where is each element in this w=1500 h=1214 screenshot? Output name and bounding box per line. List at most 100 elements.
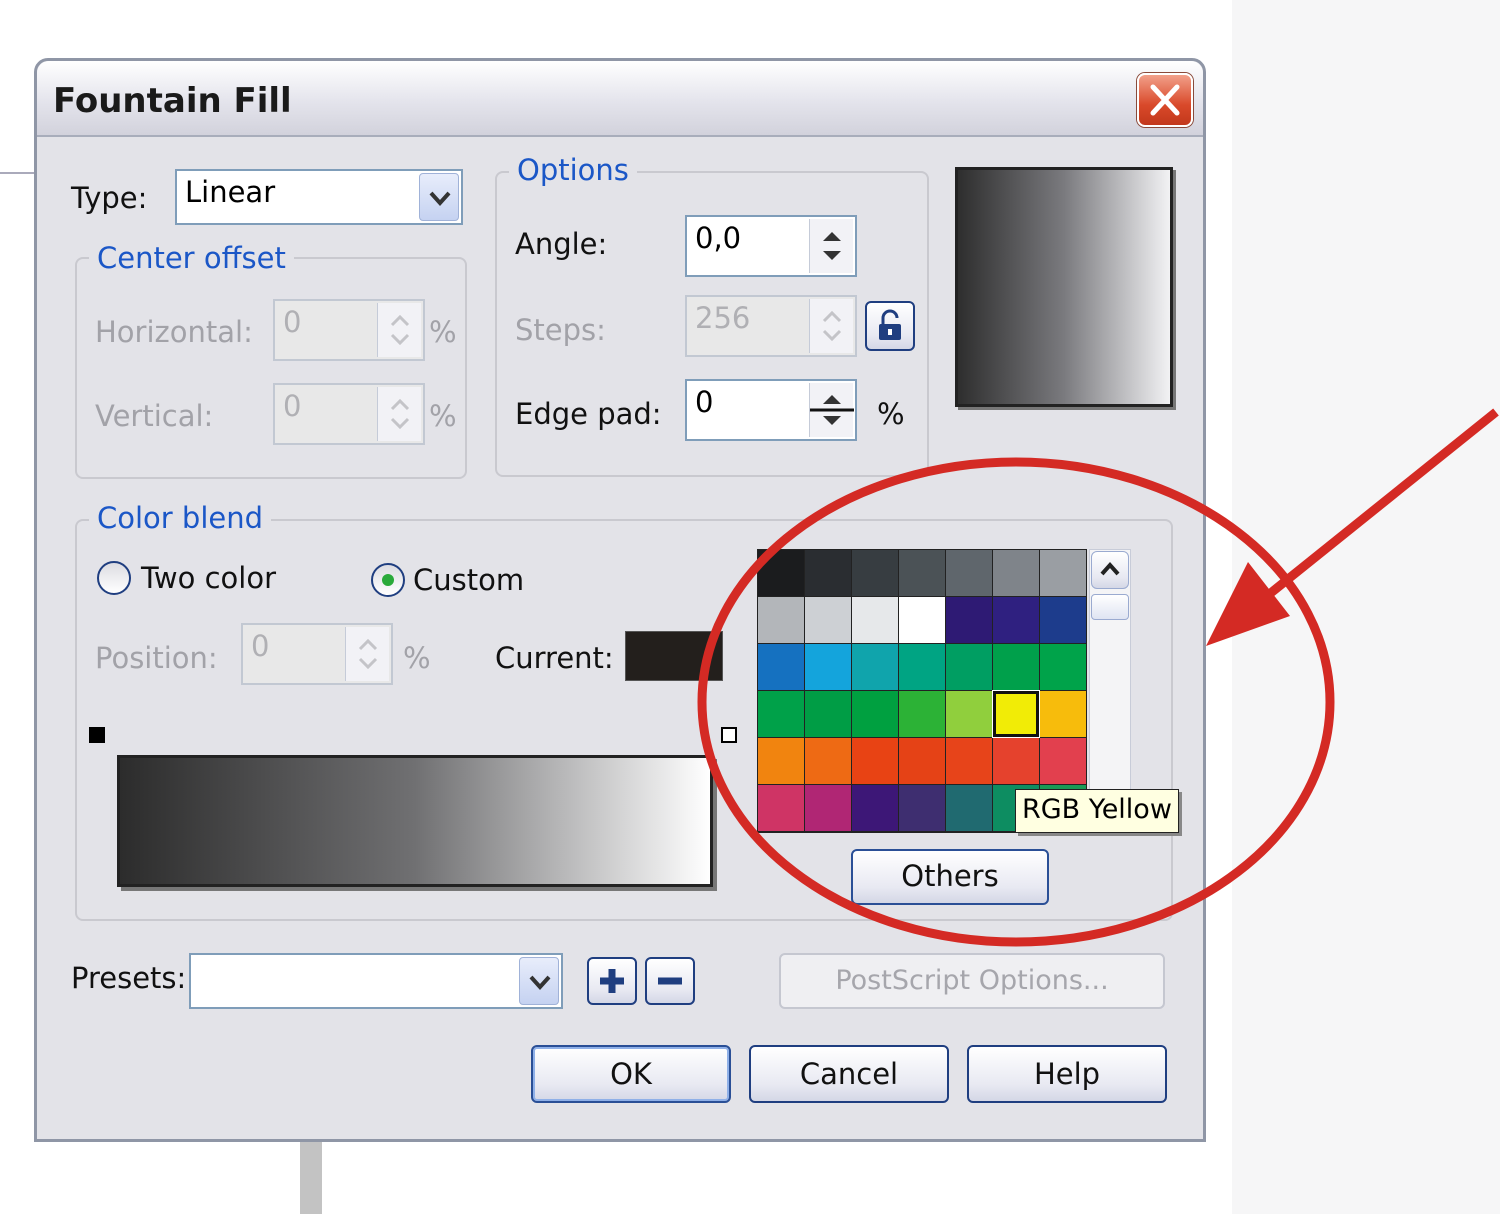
angle-input[interactable]: 0,0	[685, 215, 857, 277]
palette-swatch[interactable]	[805, 597, 851, 643]
cancel-button[interactable]: Cancel	[749, 1045, 949, 1103]
palette-swatch[interactable]	[758, 785, 804, 831]
palette-swatch[interactable]	[946, 644, 992, 690]
plus-icon	[600, 969, 624, 993]
palette-swatch[interactable]	[899, 738, 945, 784]
type-select[interactable]: Linear	[175, 169, 463, 225]
scroll-up-button[interactable]	[1091, 551, 1129, 589]
palette-swatch[interactable]	[899, 644, 945, 690]
palette-swatch[interactable]	[899, 597, 945, 643]
palette-swatch[interactable]	[758, 691, 804, 737]
horizontal-spinner[interactable]	[377, 303, 421, 357]
palette-swatch[interactable]	[993, 738, 1039, 784]
palette-swatch[interactable]	[805, 691, 851, 737]
palette-swatch[interactable]	[946, 597, 992, 643]
current-color-swatch[interactable]	[625, 631, 723, 681]
angle-label: Angle:	[515, 227, 608, 261]
palette-swatch[interactable]	[852, 597, 898, 643]
steps-lock-button[interactable]	[865, 301, 915, 351]
palette-swatch[interactable]	[993, 597, 1039, 643]
ok-button[interactable]: OK	[531, 1045, 731, 1103]
palette-swatch[interactable]	[946, 550, 992, 596]
palette-swatch[interactable]	[993, 550, 1039, 596]
palette-swatch[interactable]	[805, 785, 851, 831]
options-title: Options	[509, 153, 637, 187]
palette-swatch[interactable]	[758, 597, 804, 643]
position-input[interactable]: 0	[241, 623, 393, 685]
palette-swatch[interactable]	[946, 785, 992, 831]
postscript-options-button[interactable]: PostScript Options...	[779, 953, 1165, 1009]
palette-swatch[interactable]	[946, 691, 992, 737]
position-value: 0	[251, 629, 270, 663]
close-button[interactable]	[1137, 73, 1193, 127]
chevron-down-icon	[429, 191, 451, 206]
spin-arrows-icon	[358, 638, 378, 670]
horizontal-value: 0	[283, 305, 302, 339]
dialog-title: Fountain Fill	[53, 81, 292, 121]
gradient-end-marker[interactable]	[721, 727, 737, 743]
gradient-bar[interactable]	[117, 755, 713, 887]
custom-radio[interactable]	[371, 563, 405, 597]
palette-swatch[interactable]	[899, 785, 945, 831]
presets-dropdown-button[interactable]	[519, 957, 559, 1005]
palette-swatch[interactable]	[1040, 691, 1086, 737]
close-icon	[1150, 84, 1180, 116]
spin-arrows-icon	[390, 398, 410, 430]
vertical-label: Vertical:	[95, 399, 214, 433]
steps-spinner[interactable]	[809, 299, 853, 353]
palette-swatch[interactable]	[899, 691, 945, 737]
help-button[interactable]: Help	[967, 1045, 1167, 1103]
position-spinner[interactable]	[345, 627, 389, 681]
custom-label: Custom	[413, 563, 525, 597]
steps-value: 256	[695, 301, 751, 335]
add-preset-button[interactable]	[587, 957, 637, 1005]
palette-swatch[interactable]	[852, 785, 898, 831]
palette-swatch[interactable]	[1040, 738, 1086, 784]
color-blend-title: Color blend	[89, 501, 272, 535]
title-bar[interactable]: Fountain Fill	[37, 61, 1203, 137]
palette-swatch[interactable]	[805, 550, 851, 596]
palette-swatch[interactable]	[852, 644, 898, 690]
remove-preset-button[interactable]	[645, 957, 695, 1005]
type-value: Linear	[185, 175, 276, 209]
vertical-input[interactable]: 0	[273, 383, 425, 445]
palette-swatch[interactable]	[993, 644, 1039, 690]
steps-label: Steps:	[515, 313, 606, 347]
fill-preview	[955, 167, 1173, 407]
palette-swatch[interactable]	[852, 738, 898, 784]
palette-swatch[interactable]	[899, 550, 945, 596]
steps-input[interactable]: 256	[685, 295, 857, 357]
palette-swatch[interactable]	[758, 550, 804, 596]
palette-swatch[interactable]	[758, 738, 804, 784]
palette-swatch[interactable]	[852, 691, 898, 737]
horizontal-input[interactable]: 0	[273, 299, 425, 361]
type-dropdown-button[interactable]	[419, 173, 459, 221]
palette-swatch[interactable]	[1040, 644, 1086, 690]
palette-swatch[interactable]	[758, 644, 804, 690]
scroll-thumb[interactable]	[1091, 594, 1129, 620]
type-label: Type:	[71, 181, 148, 215]
edge-pad-unit: %	[877, 397, 905, 431]
minus-icon	[658, 977, 682, 985]
edge-pad-input[interactable]: 0	[685, 379, 857, 441]
palette-swatch[interactable]	[852, 550, 898, 596]
palette-swatch[interactable]	[1040, 597, 1086, 643]
presets-select[interactable]	[189, 953, 563, 1009]
gradient-start-marker[interactable]	[89, 727, 105, 743]
two-color-label: Two color	[141, 561, 277, 595]
edge-pad-spinner[interactable]	[809, 383, 854, 437]
horizontal-unit: %	[429, 315, 457, 349]
palette-swatch[interactable]	[805, 738, 851, 784]
palette-swatch[interactable]	[805, 644, 851, 690]
angle-spinner[interactable]	[809, 219, 853, 273]
palette-swatch[interactable]	[992, 690, 1040, 738]
fountain-fill-dialog: Fountain Fill Type: Linear Center offset…	[34, 58, 1206, 1142]
palette-swatch[interactable]	[946, 738, 992, 784]
angle-value: 0,0	[695, 221, 742, 255]
palette-swatch[interactable]	[1040, 550, 1086, 596]
vertical-spinner[interactable]	[377, 387, 421, 441]
edge-pad-value: 0	[695, 385, 714, 419]
chevron-down-icon	[529, 975, 551, 990]
two-color-radio[interactable]	[97, 561, 131, 595]
others-button[interactable]: Others	[851, 849, 1049, 905]
